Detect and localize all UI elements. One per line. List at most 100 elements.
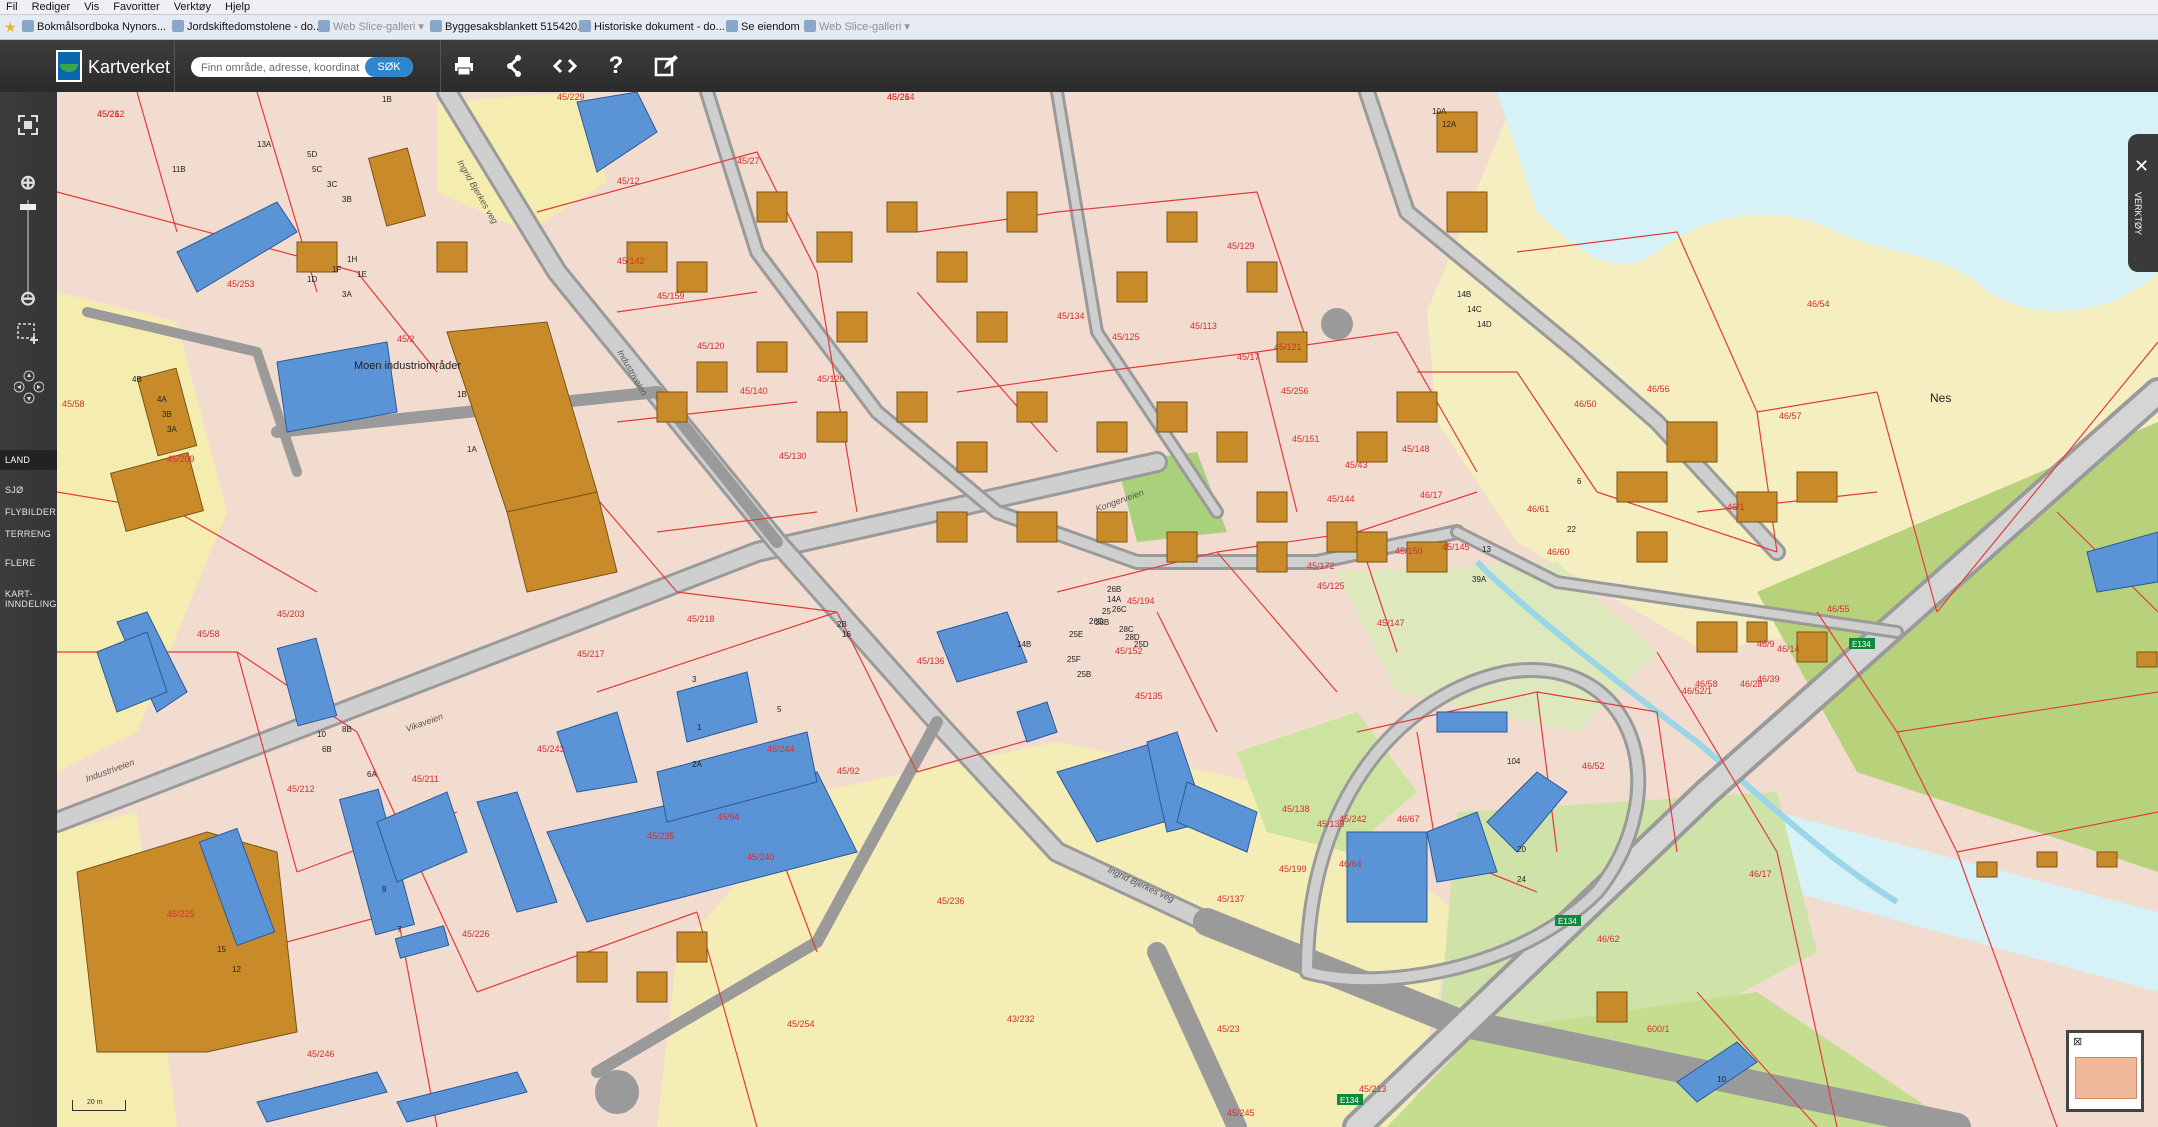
house-number-label: 24 (1517, 875, 1526, 884)
minimap-extent (2075, 1057, 2137, 1099)
parcel-label: 45/136 (917, 656, 945, 666)
page-icon (579, 20, 591, 32)
menu-view[interactable]: Vis (78, 0, 107, 14)
map-canvas[interactable]: Moen industriområder Nes Ingrid Bjerkes … (57, 92, 2158, 1127)
house-number-label: 10A (1432, 107, 1447, 116)
search-input[interactable] (199, 59, 368, 77)
menu-help[interactable]: Hjelp (219, 0, 258, 14)
parcel-label: 45/120 (817, 374, 845, 384)
web-slice-gallery-link[interactable]: Web Slice-galleri ▾ (318, 19, 424, 35)
parcel-label: 45/217 (577, 649, 605, 659)
menu-tools[interactable]: Verktøy (168, 0, 219, 14)
parcel-label: 45/125 (1112, 332, 1140, 342)
zoom-in-button[interactable]: ⊕ (14, 172, 42, 194)
app-toolbar: Kartverket SØK ? (0, 40, 2158, 93)
parcel-label: 45/125 (1317, 581, 1345, 591)
parcel-label: 46/9 (1757, 639, 1775, 649)
parcel-label: 46/52 (1582, 761, 1605, 771)
toolbar-divider (174, 40, 175, 92)
web-slice-gallery-link[interactable]: Web Slice-galleri ▾ (804, 19, 910, 35)
house-number-label: 26C (1112, 605, 1127, 614)
layer-division-line1[interactable]: KART- (5, 589, 33, 599)
favorite-label: Web Slice-galleri (333, 21, 416, 33)
parcel-label: 45/218 (687, 614, 715, 624)
parcel-label: 46/56 (1647, 384, 1670, 394)
tools-panel-tab[interactable]: ✕ VERKTØY (2128, 134, 2158, 272)
parcel-label: 45/12 (617, 176, 640, 186)
kartverket-logo[interactable]: Kartverket (56, 48, 174, 84)
layer-more[interactable]: FLERE (5, 558, 36, 568)
logo-mark-icon (56, 50, 82, 82)
parcel-label: 45/58 (197, 629, 220, 639)
parcel-label: 45/2 (397, 334, 415, 344)
zoom-slider-handle[interactable] (20, 204, 36, 210)
favorite-link[interactable]: Se eiendom (726, 19, 800, 35)
favorite-link[interactable]: Bokmålsordboka Nynors... (22, 19, 166, 35)
house-number-label: 25F (1067, 655, 1081, 664)
layer-aerial[interactable]: FLYBILDER (5, 507, 56, 517)
parcel-label: 45/135 (1135, 691, 1163, 701)
favorite-link[interactable]: Byggesaksblankett 515420... (430, 19, 586, 35)
layer-sea[interactable]: SJØ (5, 485, 23, 495)
favorite-link[interactable]: Historiske dokument - do... (579, 19, 725, 35)
house-number-label: 28B (1095, 618, 1109, 627)
parcel-label: 46/50 (1574, 399, 1597, 409)
parcel-label: 45/58 (62, 399, 85, 409)
favorites-bar: ★ Bokmålsordboka Nynors... Jordskiftedom… (0, 15, 2158, 40)
house-number-label: 22 (1567, 525, 1576, 534)
layer-division-line2[interactable]: INNDELING (5, 599, 57, 609)
house-number-label: 1F (332, 265, 341, 274)
favorite-label: Web Slice-galleri (819, 21, 902, 33)
zoom-slider-track[interactable] (27, 200, 29, 300)
share-icon[interactable] (500, 52, 528, 80)
pan-control-icon[interactable] (13, 370, 45, 415)
parcel-label: 600/1 (1647, 1024, 1670, 1034)
parcel-label: 45/147 (1377, 618, 1405, 628)
search-button[interactable]: SØK (365, 57, 413, 77)
favorite-link[interactable]: Jordskiftedomstolene - do... (172, 19, 322, 35)
house-number-label: 7 (397, 925, 402, 934)
house-number-label: 14B (1457, 290, 1471, 299)
favorite-label: Historiske dokument - do... (594, 21, 725, 33)
menu-edit[interactable]: Rediger (26, 0, 79, 14)
parcel-label: 45/211 (412, 774, 439, 784)
layer-land[interactable]: LAND (0, 450, 57, 470)
browser-menubar: Fil Rediger Vis Favoritter Verktøy Hjelp (0, 0, 2158, 15)
search-box: SØK (191, 57, 413, 77)
scale-bar: 20 m (72, 1099, 126, 1111)
house-number-label: 9 (382, 885, 387, 894)
parcel-label: 46/57 (1779, 411, 1802, 421)
house-number-label: 1E (357, 270, 367, 279)
house-number-label: 14C (1467, 305, 1482, 314)
parcel-label: 45/144 (1327, 494, 1355, 504)
house-number-label: 3C (327, 180, 337, 189)
zoom-box-icon[interactable] (14, 322, 42, 349)
zoom-out-button[interactable]: ⊖ (14, 288, 42, 310)
menu-file[interactable]: Fil (0, 0, 26, 14)
favorites-star-icon[interactable]: ★ (4, 19, 17, 35)
overview-minimap[interactable]: ⊠ (2066, 1030, 2144, 1112)
map-svg[interactable]: Moen industriområder Nes Ingrid Bjerkes … (57, 92, 2158, 1127)
menu-favorites[interactable]: Favoritter (107, 0, 167, 14)
parcel-label: 43/232 (1007, 1014, 1035, 1024)
fullscreen-extent-icon[interactable] (14, 114, 42, 141)
page-icon (430, 20, 442, 32)
logo-text: Kartverket (88, 57, 171, 77)
parcel-label: 45/138 (1282, 804, 1310, 814)
favorite-label: Bokmålsordboka Nynors... (37, 21, 166, 33)
house-number-label: 1D (307, 275, 317, 284)
help-icon[interactable]: ? (602, 52, 630, 80)
parcel-label: 45/172 (1307, 561, 1335, 571)
close-icon[interactable]: ⊠ (2073, 1035, 2082, 1048)
parcel-label: 45/17 (1237, 352, 1260, 362)
parcel-label: 45/129 (1227, 241, 1255, 251)
parcel-label: 45/209 (167, 454, 195, 464)
house-number-label: 11B (172, 165, 186, 174)
embed-code-icon[interactable] (551, 52, 579, 80)
print-icon[interactable] (450, 52, 478, 80)
edit-icon[interactable] (652, 52, 680, 80)
parcel-label: 45/148 (1402, 444, 1430, 454)
layer-terrain[interactable]: TERRENG (5, 529, 51, 539)
house-number-label: 25D (1134, 640, 1149, 649)
house-number-label: 26B (1107, 585, 1121, 594)
